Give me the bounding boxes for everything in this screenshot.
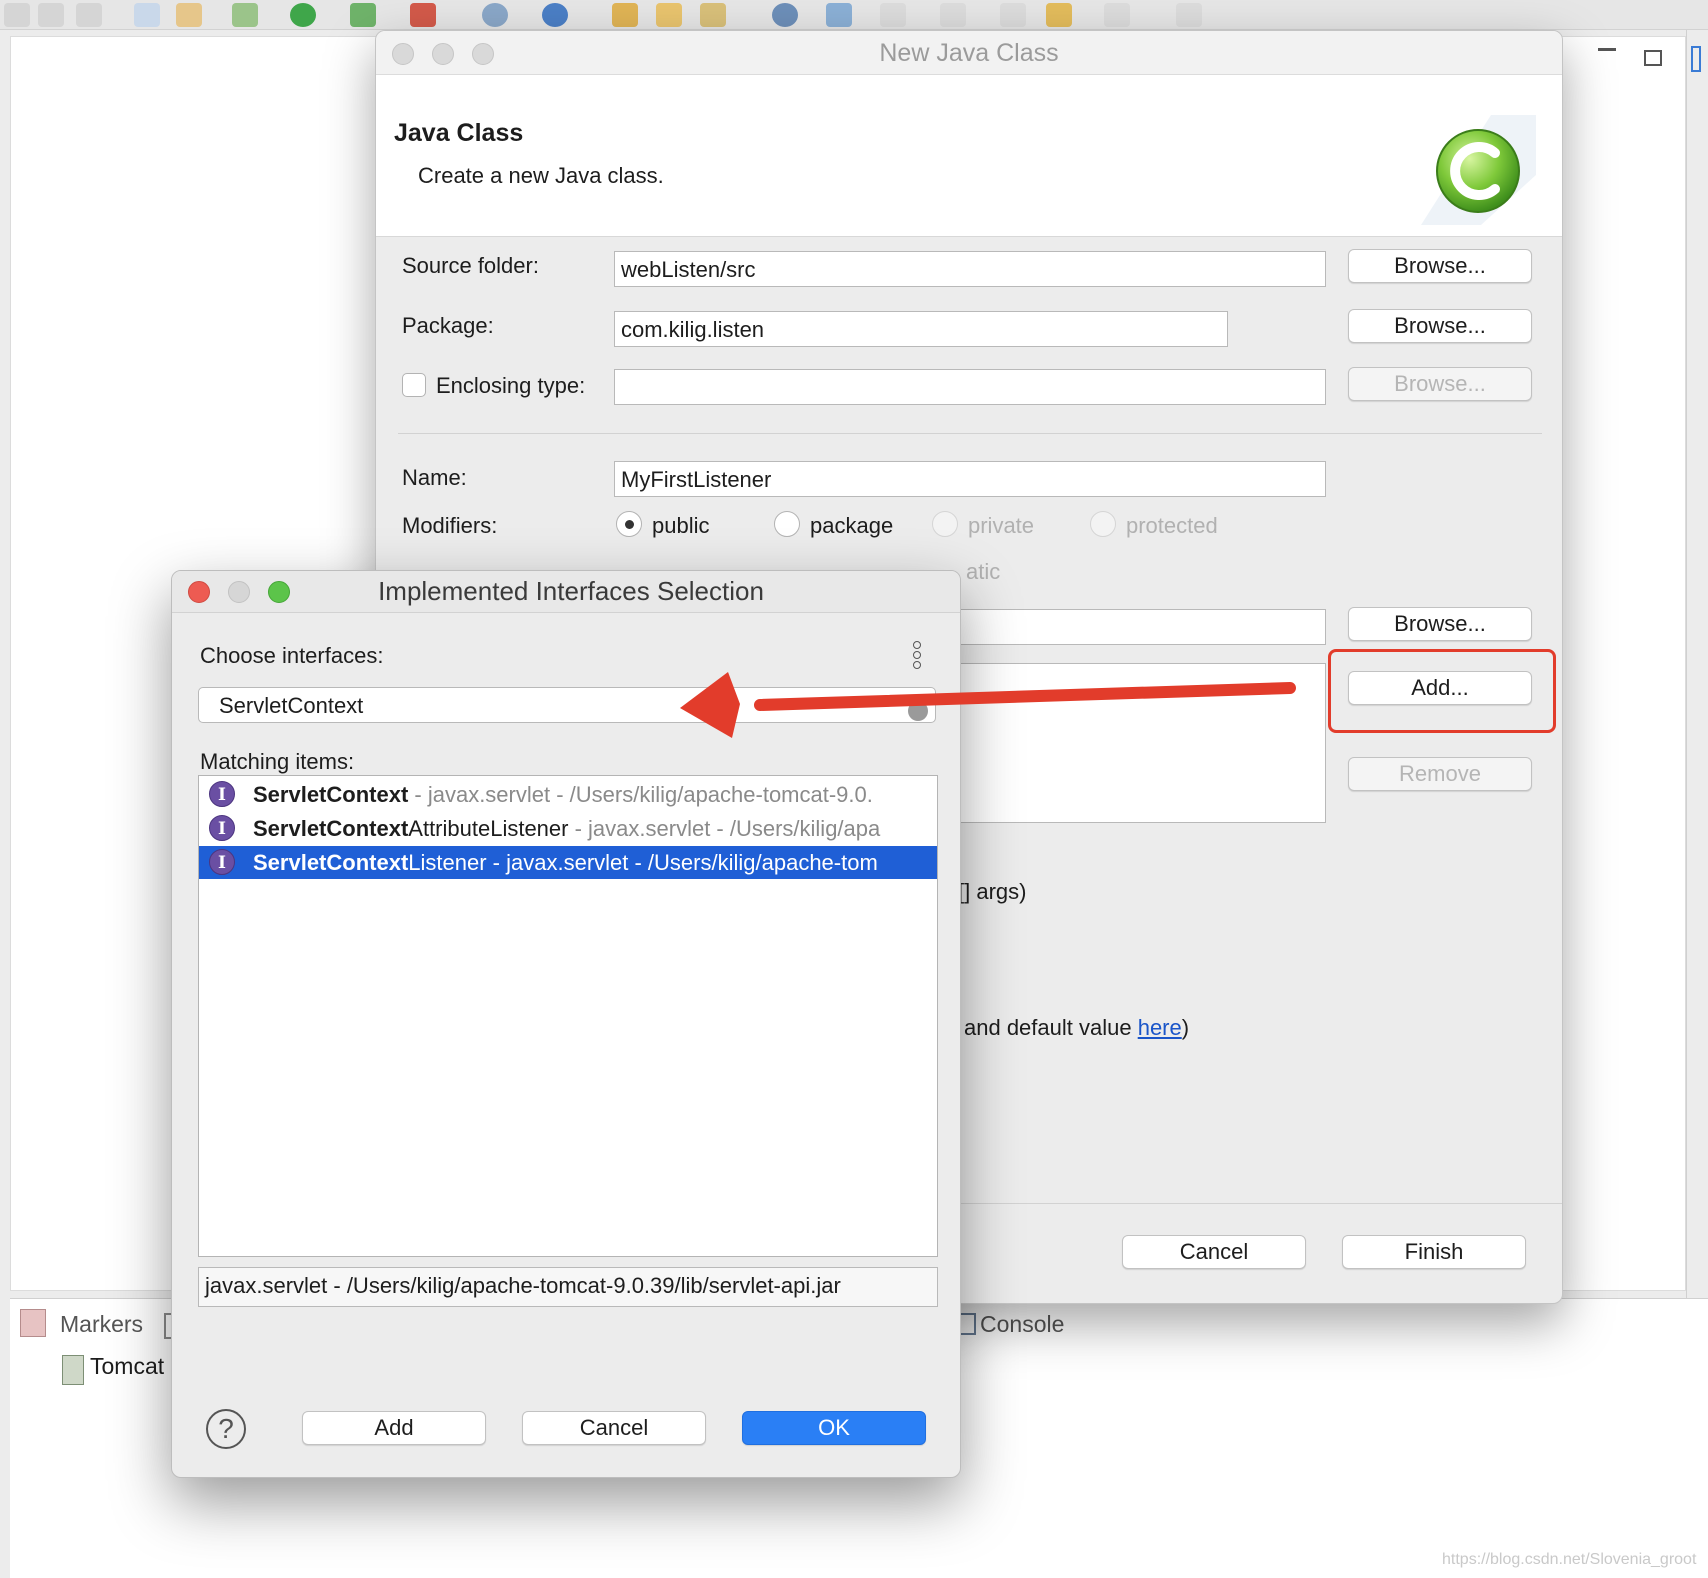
annotation-arrow bbox=[680, 672, 1296, 738]
arrow-head bbox=[680, 672, 740, 738]
arrow-shaft bbox=[754, 682, 1296, 711]
